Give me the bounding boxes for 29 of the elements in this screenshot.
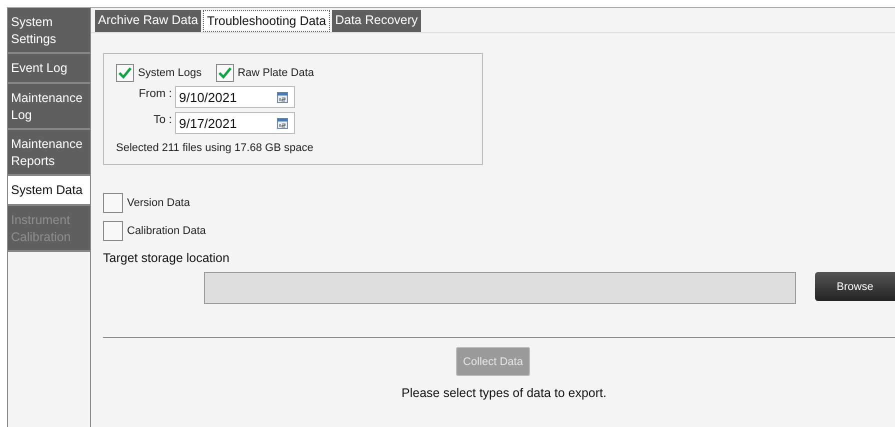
checkbox-label: System Logs (138, 67, 202, 79)
checkbox-label: Version Data (127, 197, 190, 209)
checkmark-icon (117, 65, 133, 81)
tab[interactable]: Data Recovery (332, 10, 421, 32)
calendar-icon (277, 92, 288, 102)
sidebar-item[interactable]: System Data (8, 176, 90, 206)
checkbox[interactable] (116, 64, 134, 82)
date-field[interactable]: 9/10/2021 (175, 86, 295, 108)
sidebar-item[interactable]: Event Log (8, 54, 90, 84)
checkbox-label: Raw Plate Data (238, 67, 314, 79)
checkbox-label: Calibration Data (127, 225, 206, 237)
browse-button[interactable]: Browse (815, 272, 895, 301)
calendar-icon (277, 118, 288, 128)
sidebar-item[interactable]: System Settings (8, 8, 90, 54)
sidebar-item[interactable]: Maintenance Reports (8, 130, 90, 176)
date-label: From : (138, 88, 173, 100)
date-label: To : (152, 114, 173, 126)
checkmark-icon (216, 65, 233, 81)
tab[interactable]: Archive Raw Data (95, 10, 202, 32)
status-message: Please select types of data to export. (400, 386, 608, 400)
sidebar-item[interactable]: Maintenance Log (8, 84, 90, 130)
checkbox[interactable] (103, 221, 123, 241)
tab[interactable]: Troubleshooting Data (203, 10, 330, 32)
path-field[interactable] (204, 272, 796, 304)
selection-summary: Selected 211 files using 17.68 GB space (116, 142, 314, 154)
checkbox[interactable] (216, 64, 234, 82)
target-label: Target storage location (103, 251, 230, 265)
date-field[interactable]: 9/17/2021 (175, 112, 295, 134)
checkbox[interactable] (103, 193, 123, 213)
